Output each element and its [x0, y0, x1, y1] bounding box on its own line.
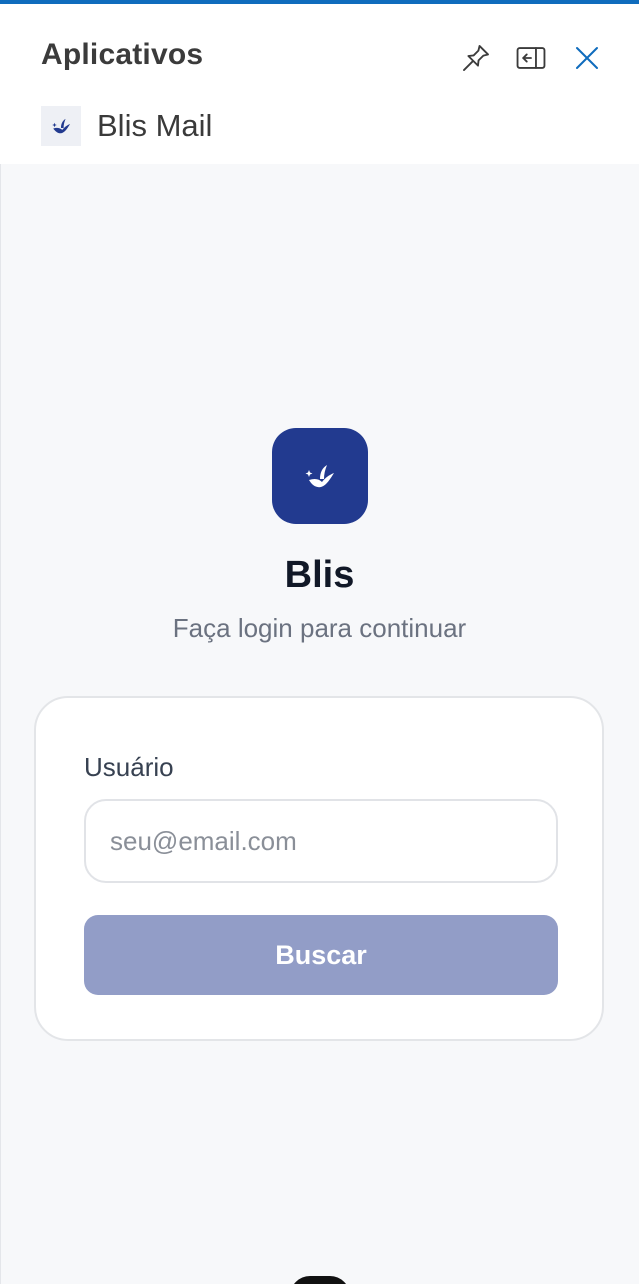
- login-subtitle: Faça login para continuar: [172, 613, 467, 643]
- app-window: Aplicativos Blis Mail Blis Faça login pa…: [0, 0, 639, 1284]
- bottom-handle: [290, 1276, 350, 1284]
- panel-header: Aplicativos Blis Mail: [0, 4, 639, 164]
- swallow-logo-icon: [41, 106, 81, 146]
- dock-left-icon[interactable]: [511, 38, 551, 78]
- app-name: Blis Mail: [97, 108, 213, 143]
- panel-title: Aplicativos: [41, 38, 204, 71]
- panel-border: [0, 164, 1, 1284]
- user-field-label: Usuário: [84, 752, 174, 782]
- login-card: Usuário Buscar: [34, 696, 604, 1041]
- search-button[interactable]: Buscar: [84, 915, 558, 995]
- swallow-logo-icon: [305, 465, 334, 488]
- user-email-input[interactable]: [84, 799, 558, 883]
- brand-logo: [272, 428, 368, 524]
- pin-icon[interactable]: [456, 38, 496, 78]
- brand-title: Blis: [284, 554, 355, 596]
- close-icon[interactable]: [567, 38, 607, 78]
- app-entry[interactable]: Blis Mail: [41, 104, 212, 148]
